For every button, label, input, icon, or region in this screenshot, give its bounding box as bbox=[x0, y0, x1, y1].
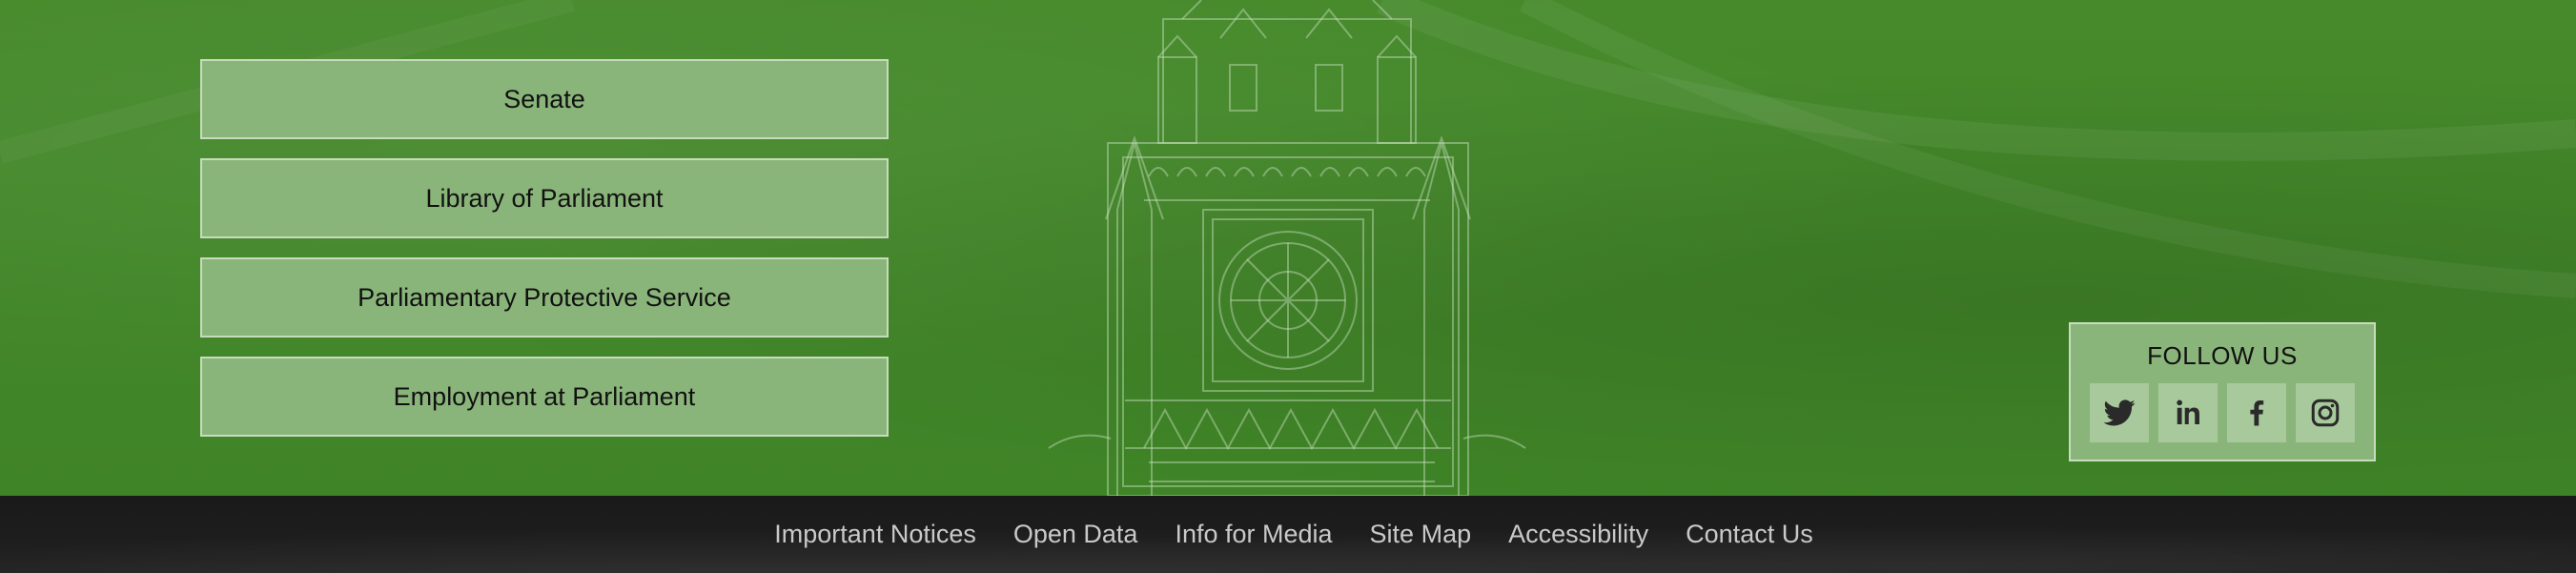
instagram-icon[interactable] bbox=[2296, 383, 2355, 442]
footer-link-site-map[interactable]: Site Map bbox=[1370, 520, 1472, 549]
follow-us-panel: FOLLOW US bbox=[2069, 322, 2376, 461]
social-links bbox=[2090, 383, 2355, 442]
employment-at-parliament-link-button[interactable]: Employment at Parliament bbox=[200, 357, 889, 437]
linkedin-icon[interactable] bbox=[2158, 383, 2218, 442]
footer-link-important-notices[interactable]: Important Notices bbox=[774, 520, 976, 549]
related-links: Senate Library of Parliament Parliamenta… bbox=[200, 59, 889, 456]
follow-us-title: FOLLOW US bbox=[2147, 341, 2298, 370]
footer-bar: Important Notices Open Data Info for Med… bbox=[0, 496, 2576, 573]
parliamentary-protective-service-link-button[interactable]: Parliamentary Protective Service bbox=[200, 257, 889, 338]
footer-link-contact-us[interactable]: Contact Us bbox=[1686, 520, 1813, 549]
footer-link-open-data[interactable]: Open Data bbox=[1013, 520, 1138, 549]
links-banner: Senate Library of Parliament Parliamenta… bbox=[0, 0, 2576, 496]
library-of-parliament-link-button[interactable]: Library of Parliament bbox=[200, 158, 889, 238]
facebook-icon[interactable] bbox=[2227, 383, 2286, 442]
footer-link-info-for-media[interactable]: Info for Media bbox=[1175, 520, 1332, 549]
twitter-icon[interactable] bbox=[2090, 383, 2149, 442]
footer-nav: Important Notices Open Data Info for Med… bbox=[0, 496, 2576, 573]
senate-link-button[interactable]: Senate bbox=[200, 59, 889, 139]
footer-link-accessibility[interactable]: Accessibility bbox=[1508, 520, 1648, 549]
